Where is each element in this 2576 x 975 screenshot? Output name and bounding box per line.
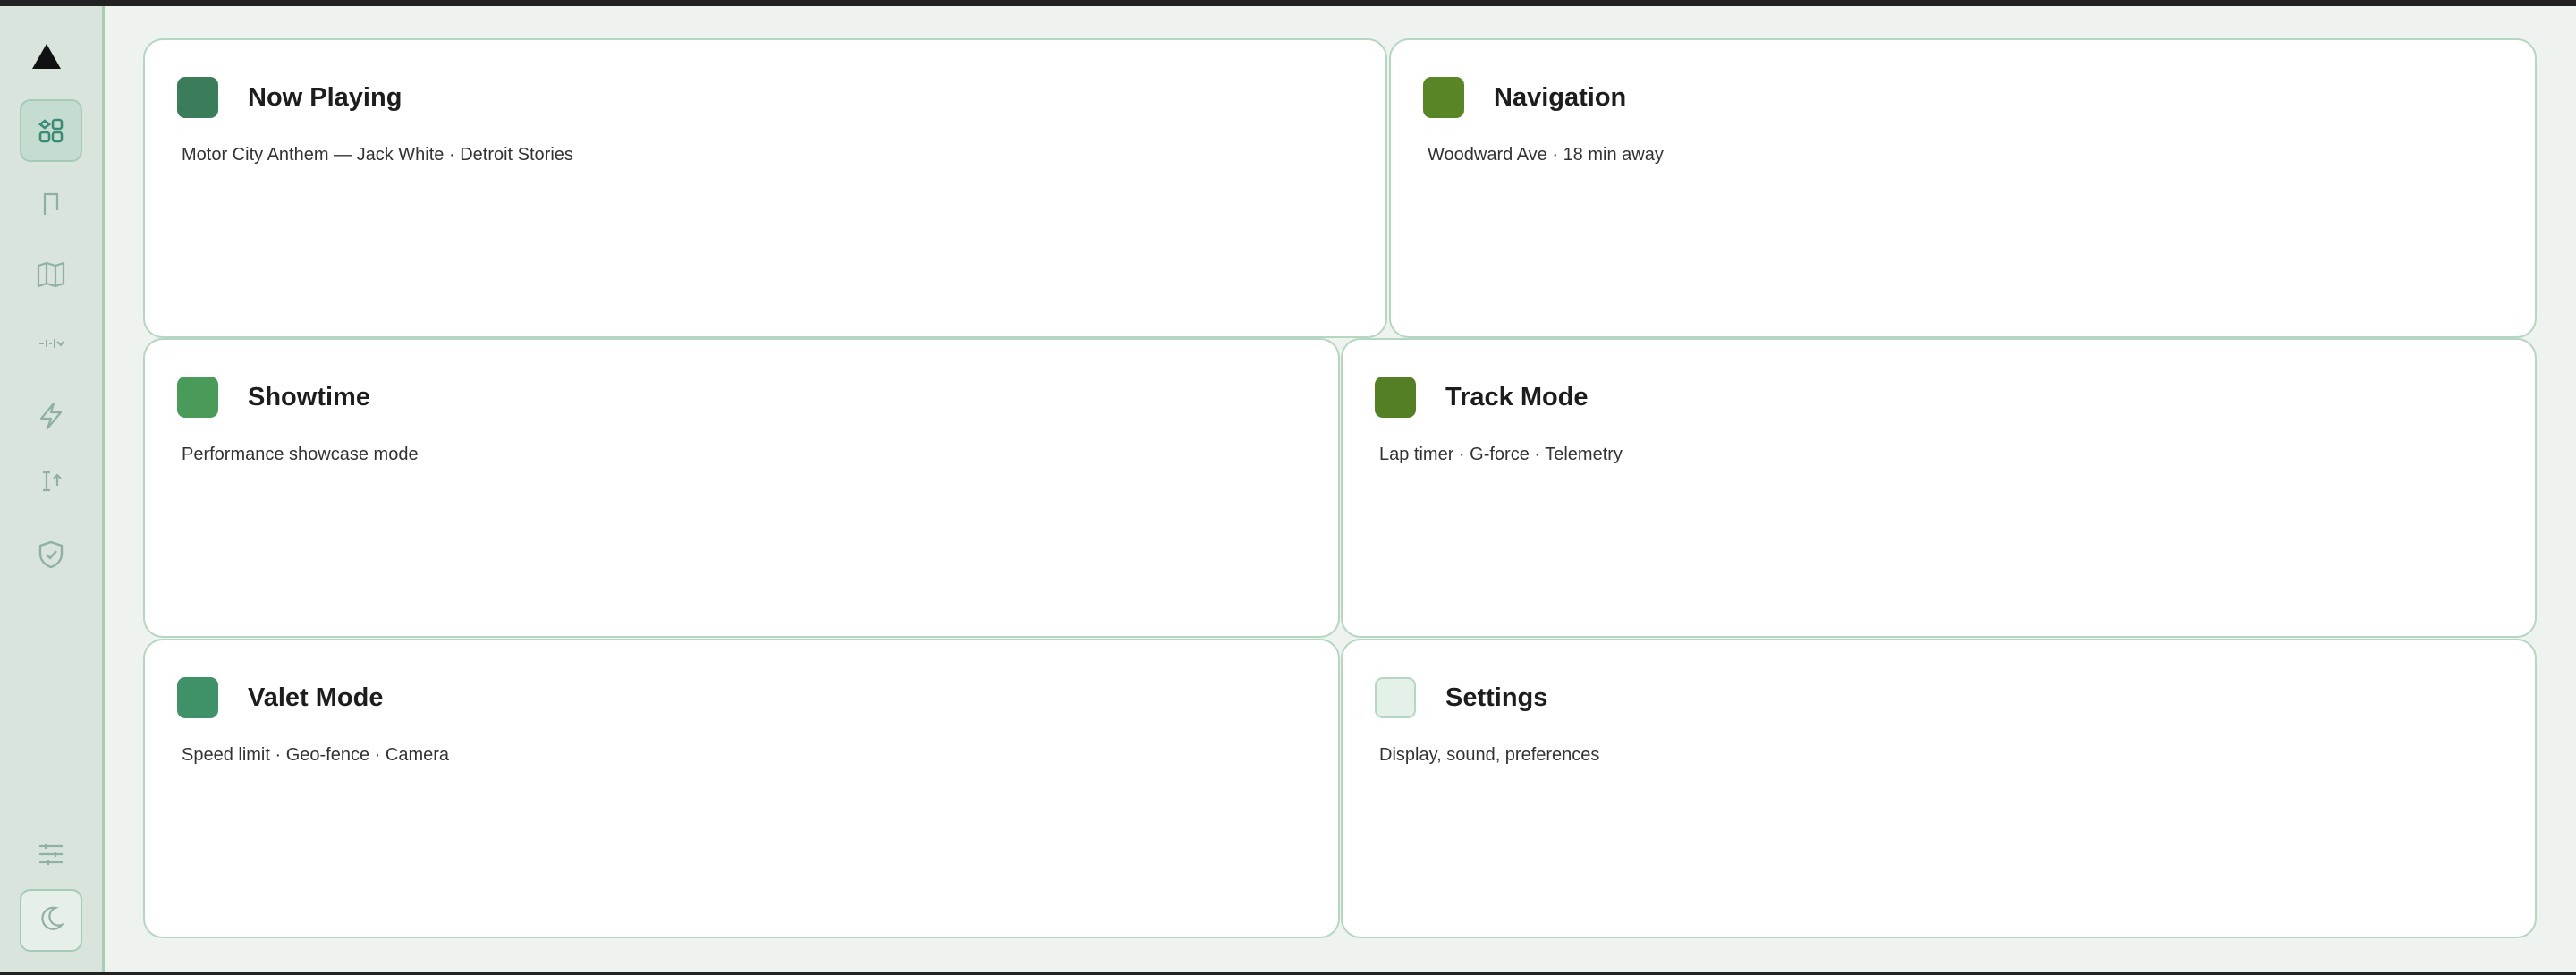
grid-icon [37,116,65,145]
card-description: Lap timer · G-force · Telemetry [1379,445,1623,464]
tuning-icon [37,329,65,358]
card-description: Woodward Ave · 18 min away [1428,145,1664,165]
showtime-swatch [177,377,218,418]
now-playing-swatch [177,77,218,118]
settings-swatch [1375,677,1416,718]
measure-icon [38,468,64,495]
card-description: Motor City Anthem — Jack White · Detroit… [182,145,573,165]
sidebar-item-map[interactable] [20,243,82,306]
triangle-logo[interactable] [32,44,61,69]
sliders-icon [37,842,65,867]
sidebar-item-dashboard[interactable] [20,99,82,162]
card-track-mode[interactable]: Track Mode Lap timer · G-force · Telemet… [1341,338,2537,638]
valet-mode-swatch [177,677,218,718]
sidebar-item-measure[interactable] [20,450,82,513]
theme-toggle-button[interactable] [20,889,82,952]
navigation-swatch [1423,77,1464,118]
card-title: Valet Mode [248,683,384,712]
card-title: Track Mode [1445,383,1589,411]
card-description: Speed limit · Geo-fence · Camera [182,745,450,765]
settings-sliders-button[interactable] [20,823,82,886]
sidebar-item-security[interactable] [20,523,82,586]
sidebar-item-tuning[interactable] [20,312,82,375]
shield-icon [37,539,65,570]
sidebar-item-power[interactable] [20,385,82,447]
lightning-icon [37,401,65,431]
sidebar-item-flag[interactable] [20,173,82,235]
track-mode-swatch [1375,377,1416,418]
card-title: Settings [1445,683,1548,712]
card-now-playing[interactable]: Now Playing Motor City Anthem — Jack Whi… [143,38,1387,338]
sidebar [0,6,105,972]
card-valet-mode[interactable]: Valet Mode Speed limit · Geo-fence · Cam… [143,639,1340,938]
card-settings[interactable]: Settings Display, sound, preferences [1341,639,2537,938]
card-title: Now Playing [248,83,402,112]
card-description: Performance showcase mode [182,445,419,464]
card-showtime[interactable]: Showtime Performance showcase mode [143,338,1340,638]
app-window: Now Playing Motor City Anthem — Jack Whi… [0,6,2576,972]
card-navigation[interactable]: Navigation Woodward Ave · 18 min away [1389,38,2537,338]
card-description: Display, sound, preferences [1379,745,1600,765]
card-title: Navigation [1494,83,1627,112]
map-icon [36,259,66,290]
card-title: Showtime [248,383,370,411]
flag-icon [38,191,64,217]
moon-icon [36,903,66,938]
